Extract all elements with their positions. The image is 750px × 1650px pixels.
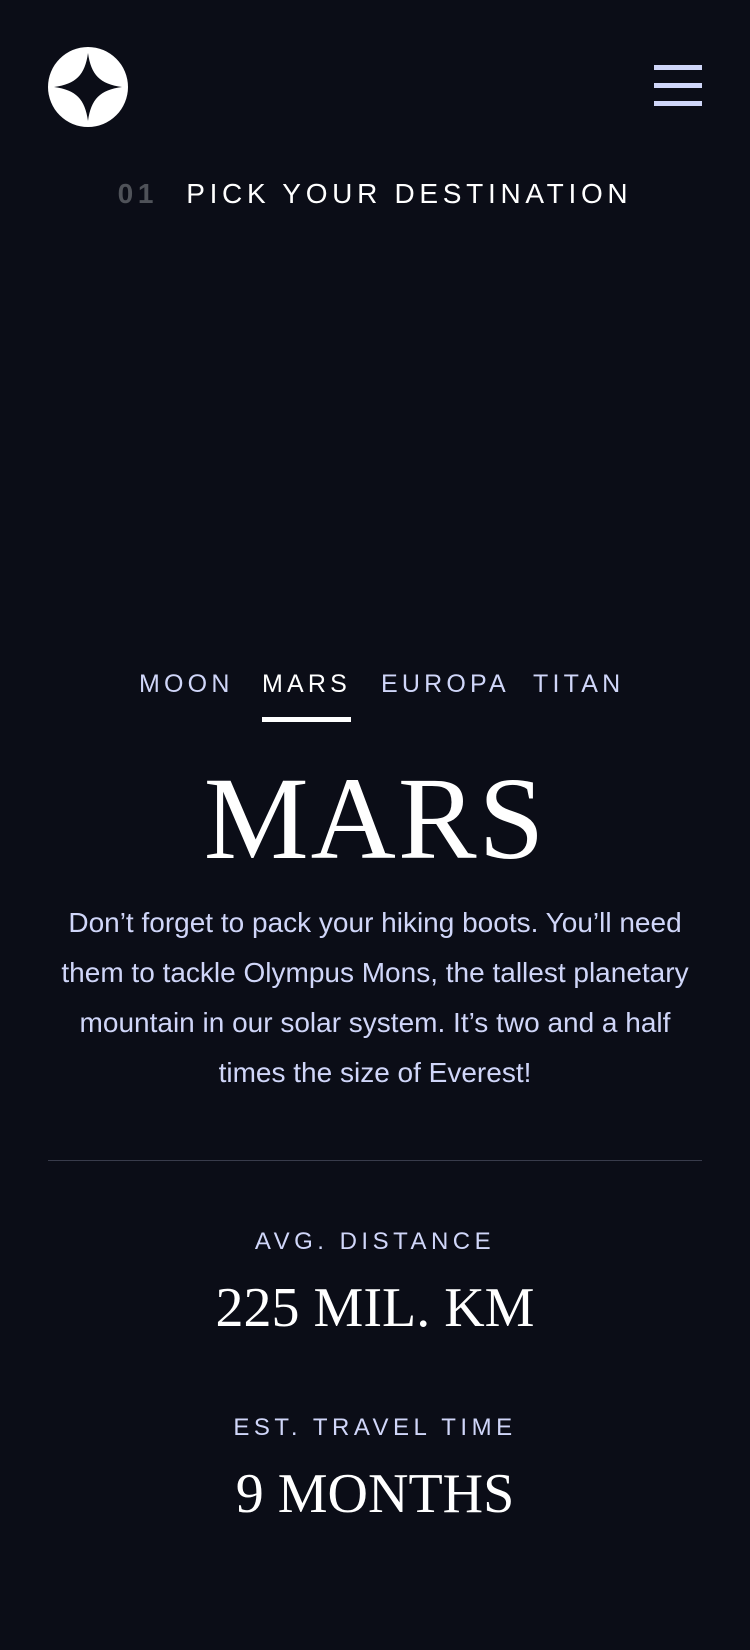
travel-time-label: EST. TRAVEL TIME bbox=[233, 1414, 517, 1441]
menu-bar bbox=[654, 83, 702, 88]
page-heading: 01 PICK YOUR DESTINATION bbox=[0, 178, 750, 210]
tab-titan[interactable]: TITAN bbox=[533, 670, 624, 717]
divider bbox=[48, 1160, 702, 1161]
distance-stat: AVG. DISTANCE 225 MIL. KM bbox=[0, 1228, 750, 1340]
site-header bbox=[0, 0, 750, 180]
tab-moon[interactable]: MOON bbox=[139, 670, 234, 717]
distance-label: AVG. DISTANCE bbox=[254, 1228, 496, 1255]
destination-tabs: MOON MARS EUROPA TITAN bbox=[0, 670, 750, 730]
tab-mars[interactable]: MARS bbox=[262, 670, 352, 722]
destination-name: MARS bbox=[203, 753, 547, 884]
planet-image bbox=[200, 280, 550, 630]
travel-time-value: 9 MONTHS bbox=[235, 1463, 515, 1525]
page-number: 01 bbox=[117, 178, 159, 209]
menu-bar bbox=[654, 101, 702, 106]
menu-bar bbox=[654, 65, 702, 70]
page-title: PICK YOUR DESTINATION bbox=[186, 178, 633, 209]
tab-europa[interactable]: EUROPA bbox=[381, 670, 510, 717]
logo-icon[interactable] bbox=[48, 47, 128, 127]
distance-value: 225 MIL. KM bbox=[215, 1277, 535, 1339]
hamburger-menu-icon[interactable] bbox=[654, 65, 702, 107]
star-logo-icon bbox=[54, 53, 122, 121]
travel-time-stat: EST. TRAVEL TIME 9 MONTHS bbox=[0, 1414, 750, 1526]
destination-description: Don’t forget to pack your hiking boots. … bbox=[61, 907, 689, 1088]
